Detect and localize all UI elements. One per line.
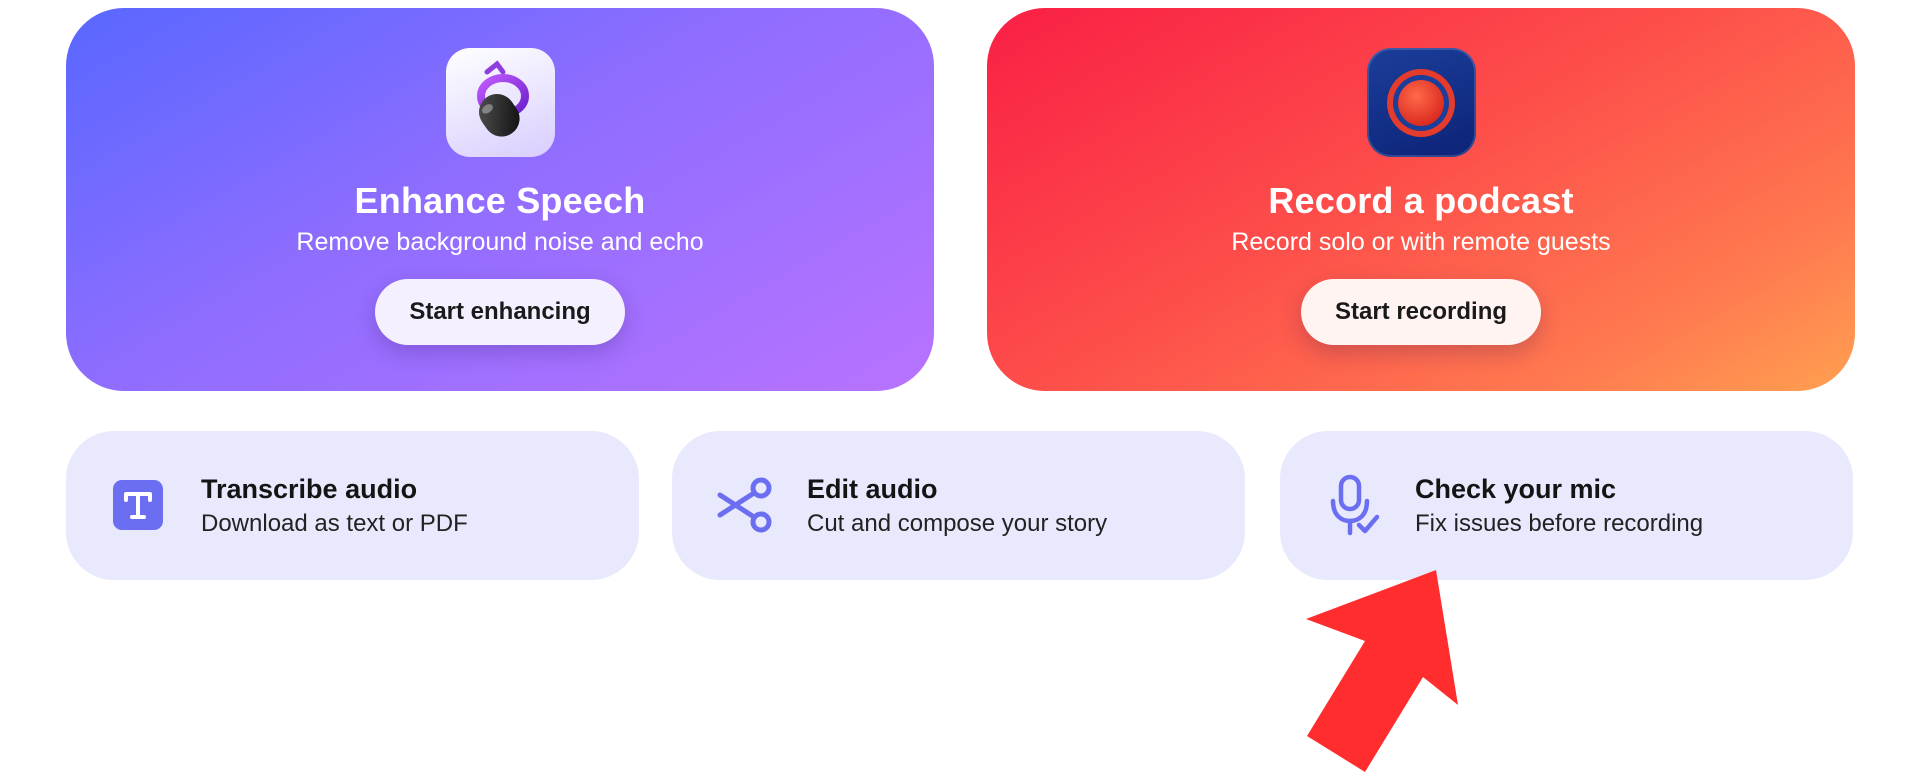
record-podcast-title: Record a podcast <box>1268 180 1574 221</box>
check-mic-tile[interactable]: Check your mic Fix issues before recordi… <box>1280 431 1853 580</box>
page: Enhance Speech Remove background noise a… <box>0 0 1920 783</box>
tile-title: Check your mic <box>1415 474 1617 504</box>
enhance-speech-title: Enhance Speech <box>354 180 646 221</box>
edit-audio-tile[interactable]: Edit audio Cut and compose your story <box>672 431 1245 580</box>
annotation-arrow-icon <box>1306 570 1458 772</box>
tile-subtitle: Fix issues before recording <box>1415 510 1704 537</box>
transcribe-audio-tile[interactable]: Transcribe audio Download as text or PDF <box>66 431 639 580</box>
record-app-icon <box>1366 48 1476 157</box>
tile-title: Transcribe audio <box>201 474 418 504</box>
start-recording-button[interactable]: Start recording <box>1300 279 1542 345</box>
scissors-icon <box>714 475 774 535</box>
transcribe-audio-text: Transcribe audio Download as text or PDF <box>201 473 468 540</box>
mic-check-icon <box>1322 474 1382 536</box>
transcribe-icon <box>108 475 168 535</box>
tile-subtitle: Download as text or PDF <box>201 510 468 537</box>
check-mic-text: Check your mic Fix issues before recordi… <box>1415 473 1703 540</box>
enhance-speech-subtitle: Remove background noise and echo <box>296 228 704 256</box>
record-podcast-subtitle: Record solo or with remote guests <box>1231 228 1611 256</box>
microphone-app-icon <box>445 48 555 157</box>
record-podcast-card[interactable]: Record a podcast Record solo or with rem… <box>987 8 1855 391</box>
tile-title: Edit audio <box>807 474 938 504</box>
start-enhancing-button[interactable]: Start enhancing <box>375 279 625 345</box>
edit-audio-text: Edit audio Cut and compose your story <box>807 473 1107 540</box>
tile-subtitle: Cut and compose your story <box>807 510 1108 537</box>
enhance-speech-card[interactable]: Enhance Speech Remove background noise a… <box>66 8 934 391</box>
